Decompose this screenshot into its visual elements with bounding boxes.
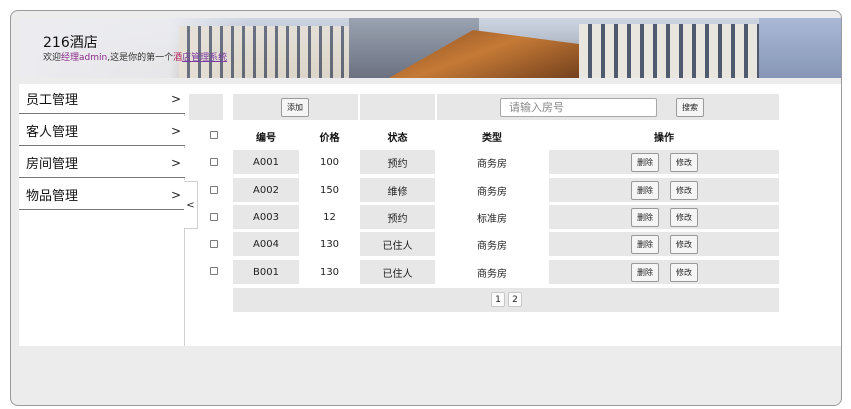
- sidebar: 员工管理 > 客人管理 > 房间管理 > 物品管理 >: [19, 84, 185, 346]
- delete-button[interactable]: 删除: [631, 181, 659, 200]
- room-number: A002: [233, 178, 299, 202]
- room-number: A001: [233, 150, 299, 174]
- room-type: 商务房: [477, 240, 507, 252]
- row-checkbox[interactable]: [210, 158, 218, 166]
- room-number: A003: [233, 205, 299, 229]
- sidebar-item-label: 房间管理: [26, 157, 79, 172]
- banner-sky-image: [759, 18, 841, 78]
- room-type: 商务房: [477, 158, 507, 170]
- welcome-mid: ,这是你的第一个: [107, 53, 174, 63]
- room-status: 已住人: [360, 260, 435, 284]
- sidebar-item-label: 员工管理: [26, 93, 79, 108]
- toolbar-spacer: [360, 94, 435, 120]
- room-status: 已住人: [360, 232, 435, 256]
- room-price: 100: [319, 156, 340, 168]
- sidebar-item-label: 物品管理: [26, 189, 79, 204]
- welcome-link-prefix: 酒: [173, 53, 183, 63]
- row-checkbox[interactable]: [210, 186, 218, 194]
- toolbar-add-cell: 添加: [233, 94, 358, 120]
- edit-button[interactable]: 修改: [670, 153, 698, 172]
- toolbar-spacer: [189, 94, 223, 120]
- room-status: 预约: [360, 150, 435, 174]
- row-actions: 删除 修改: [549, 205, 779, 229]
- chevron-right-icon: >: [170, 187, 181, 202]
- main-panel: 员工管理 > 客人管理 > 房间管理 > 物品管理 > < 添加 搜索: [19, 84, 841, 346]
- row-checkbox[interactable]: [210, 240, 218, 248]
- page-button[interactable]: 1: [491, 292, 505, 307]
- room-number: A004: [233, 232, 299, 256]
- search-button[interactable]: 搜索: [676, 98, 704, 117]
- welcome-prefix: 欢迎: [43, 53, 62, 63]
- column-header-status: 状态: [387, 132, 408, 144]
- room-search-input[interactable]: [500, 98, 657, 117]
- username: admin: [79, 53, 108, 63]
- sidebar-item-staff[interactable]: 员工管理 >: [19, 84, 185, 114]
- header-banner: 216酒店 欢迎经理admin,这是你的第一个酒店管理系统: [19, 18, 841, 78]
- row-actions: 删除 修改: [549, 150, 779, 174]
- chevron-right-icon: >: [170, 123, 181, 138]
- sidebar-item-guests[interactable]: 客人管理 >: [19, 116, 185, 146]
- delete-button[interactable]: 删除: [631, 208, 659, 227]
- room-type: 商务房: [477, 268, 507, 280]
- welcome-message: 欢迎经理admin,这是你的第一个酒店管理系统: [43, 50, 227, 63]
- select-all-checkbox[interactable]: [210, 131, 218, 139]
- room-price: 150: [319, 184, 340, 196]
- edit-button[interactable]: 修改: [670, 263, 698, 282]
- delete-button[interactable]: 删除: [631, 153, 659, 172]
- delete-button[interactable]: 删除: [631, 235, 659, 254]
- sidebar-item-label: 客人管理: [26, 125, 79, 140]
- edit-button[interactable]: 修改: [670, 181, 698, 200]
- edit-button[interactable]: 修改: [670, 235, 698, 254]
- sidebar-item-rooms[interactable]: 房间管理 >: [19, 148, 185, 178]
- banner-building-image: [579, 24, 759, 78]
- column-header-type: 类型: [482, 132, 502, 144]
- row-actions: 删除 修改: [549, 232, 779, 256]
- page-button[interactable]: 2: [508, 292, 522, 307]
- sidebar-collapse-toggle[interactable]: <: [184, 181, 198, 229]
- column-header-price: 价格: [319, 132, 340, 144]
- delete-button[interactable]: 删除: [631, 263, 659, 282]
- chevron-right-icon: >: [170, 155, 181, 170]
- row-checkbox[interactable]: [210, 267, 218, 275]
- app-window: 216酒店 欢迎经理admin,这是你的第一个酒店管理系统 员工管理 > 客人管…: [10, 10, 842, 406]
- room-price: 130: [319, 266, 340, 278]
- room-status: 维修: [360, 178, 435, 202]
- room-type: 商务房: [477, 186, 507, 198]
- add-button[interactable]: 添加: [281, 98, 309, 117]
- row-checkbox[interactable]: [210, 213, 218, 221]
- column-header-actions: 操作: [654, 132, 674, 144]
- room-status: 预约: [360, 205, 435, 229]
- column-header-number: 编号: [256, 132, 276, 144]
- chevron-right-icon: >: [170, 91, 181, 106]
- pagination: 1 2: [233, 288, 779, 312]
- system-link[interactable]: 店管理系统: [182, 53, 227, 63]
- row-actions: 删除 修改: [549, 260, 779, 284]
- room-number: B001: [233, 260, 299, 284]
- room-price: 12: [323, 211, 336, 223]
- hotel-brand: 216酒店: [43, 35, 98, 51]
- room-price: 130: [319, 238, 340, 250]
- edit-button[interactable]: 修改: [670, 208, 698, 227]
- user-role: 经理: [61, 53, 80, 63]
- room-type: 标准房: [477, 213, 507, 225]
- sidebar-item-items[interactable]: 物品管理 >: [19, 180, 185, 210]
- row-actions: 删除 修改: [549, 178, 779, 202]
